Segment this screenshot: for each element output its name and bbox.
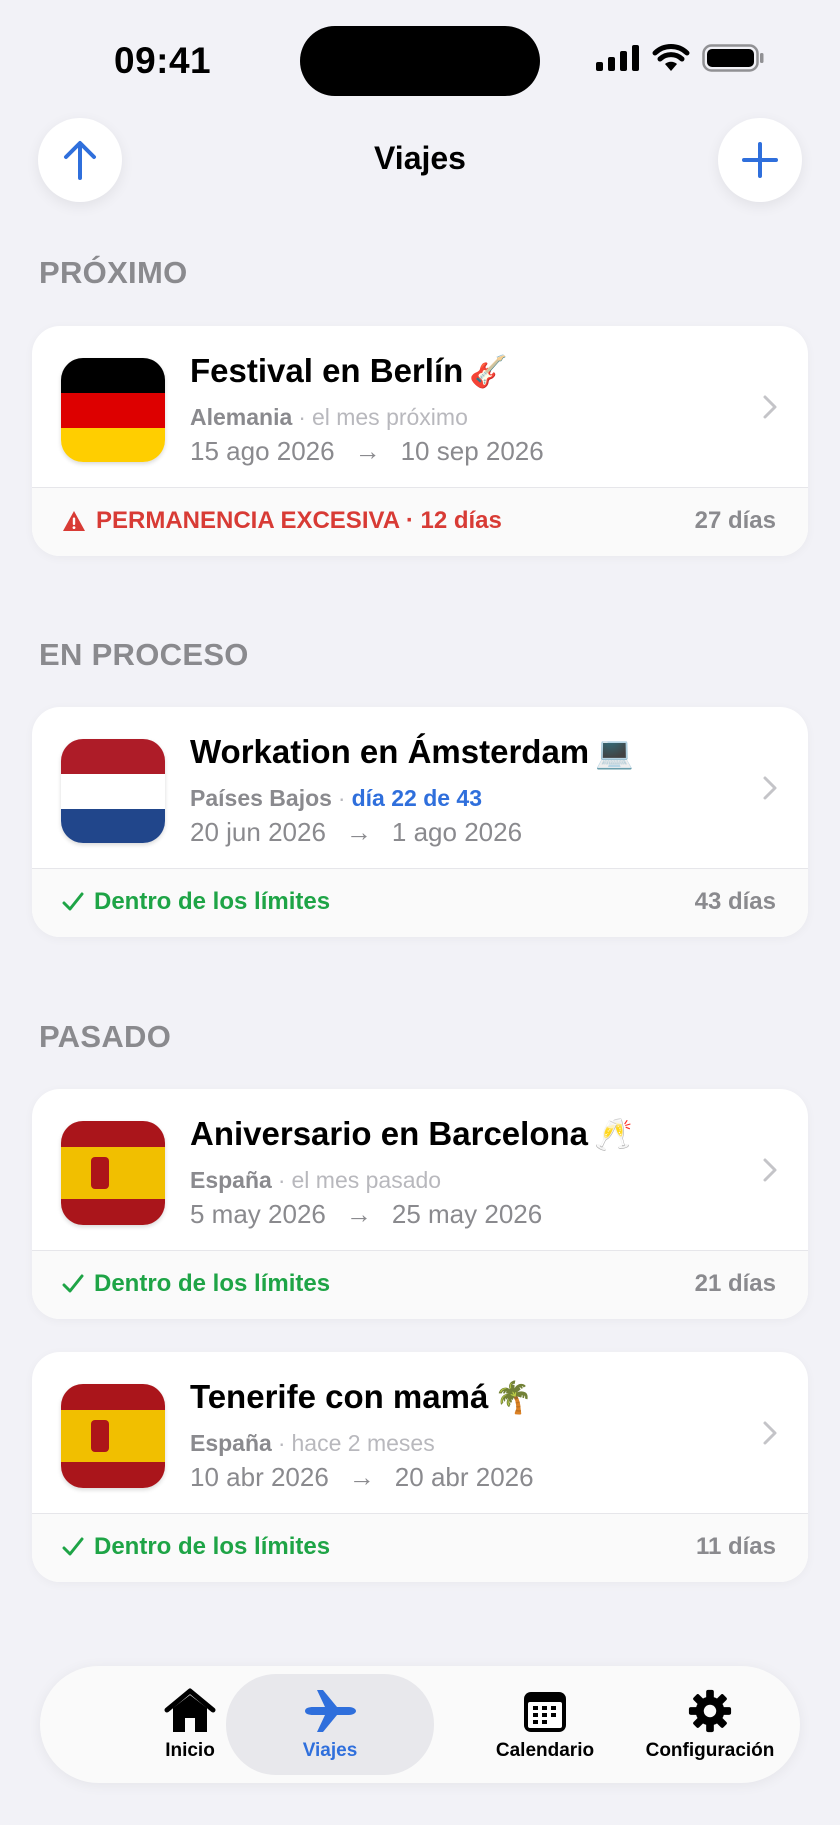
guitar-emoji-icon: 🎸 xyxy=(469,354,508,389)
trip-status-text: Dentro de los límites xyxy=(94,1533,331,1560)
house-icon xyxy=(164,1688,216,1732)
trip-footer: PERMANENCIA EXCESIVA · 12 días 27 días xyxy=(32,487,808,556)
trip-title: Aniversario en Barcelona 🥂 xyxy=(190,1115,633,1152)
checkmark-icon xyxy=(62,1537,84,1556)
trip-status: Dentro de los límites xyxy=(62,888,330,916)
trip-status-text: PERMANENCIA EXCESIVA · 12 días xyxy=(96,507,502,534)
tab-label: Inicio xyxy=(165,1739,215,1761)
checkmark-icon xyxy=(62,892,84,911)
chevron-right-icon xyxy=(763,1421,777,1445)
tab-label: Configuración xyxy=(645,1739,775,1761)
gear-icon xyxy=(688,1689,732,1732)
chevron-right-icon xyxy=(763,776,777,800)
trip-dates: 20 jun 2026 → 1 ago 2026 xyxy=(190,817,522,848)
tab-label: Viajes xyxy=(302,1739,358,1761)
trip-end-date: 25 may 2026 xyxy=(391,1199,543,1229)
trip-end-date: 1 ago 2026 xyxy=(391,817,523,847)
airplane-icon xyxy=(305,1689,356,1732)
trip-title: Festival en Berlín 🎸 xyxy=(190,352,508,389)
date-arrow-icon: → xyxy=(348,1462,375,1492)
tab-configuracion[interactable]: Configuración xyxy=(620,1674,800,1775)
trip-dates: 15 ago 2026 → 10 sep 2026 xyxy=(190,436,544,467)
trip-country: España xyxy=(190,1167,272,1193)
trip-status: Dentro de los límites xyxy=(62,1270,330,1298)
trip-dates: 10 abr 2026 → 20 abr 2026 xyxy=(190,1462,534,1493)
trip-meta: Países Bajos · día 22 de 43 xyxy=(190,785,483,811)
trip-footer: Dentro de los límites 43 días xyxy=(32,868,808,937)
trip-dates: 5 may 2026 → 25 may 2026 xyxy=(190,1199,542,1230)
trip-status: PERMANENCIA EXCESIVA · 12 días xyxy=(62,507,502,535)
checkmark-icon xyxy=(62,1274,84,1293)
trip-country: Países Bajos xyxy=(190,785,332,811)
trip-status: Dentro de los límites xyxy=(62,1533,330,1561)
tab-bar: Inicio Viajes Calendario Configuración xyxy=(40,1666,800,1783)
palm-tree-emoji-icon: 🌴 xyxy=(494,1380,533,1415)
trip-start-date: 5 may 2026 xyxy=(190,1199,326,1229)
trip-card[interactable]: Tenerife con mamá 🌴 España · hace 2 meses 1… xyxy=(32,1352,808,1582)
plus-icon xyxy=(742,142,778,178)
calendar-icon xyxy=(524,1691,566,1732)
trip-footer: Dentro de los límites 21 días xyxy=(32,1250,808,1319)
trip-relative-time: el mes próximo xyxy=(311,404,468,430)
page-title: Viajes xyxy=(374,140,466,176)
flag-spain-icon xyxy=(61,1384,165,1488)
trip-status-text: Dentro de los límites xyxy=(94,888,331,915)
wifi-icon xyxy=(652,44,690,71)
trip-title: Workation en Ámsterdam 💻 xyxy=(190,733,634,770)
cellular-signal-icon xyxy=(596,45,639,71)
flag-germany-icon xyxy=(61,358,165,462)
trip-meta: España · el mes pasado xyxy=(190,1167,442,1193)
trip-card[interactable]: Festival en Berlín 🎸 Alemania · el mes próx… xyxy=(32,326,808,556)
trip-start-date: 15 ago 2026 xyxy=(190,436,335,466)
battery-icon xyxy=(702,44,764,72)
trip-days: 21 días xyxy=(694,1270,776,1297)
trip-start-date: 20 jun 2026 xyxy=(190,817,326,847)
status-time: 09:41 xyxy=(114,40,212,81)
date-arrow-icon: → xyxy=(345,817,372,847)
tab-label: Calendario xyxy=(495,1739,595,1761)
laptop-emoji-icon: 💻 xyxy=(595,735,634,770)
flag-netherlands-icon xyxy=(61,739,165,843)
status-bar: 09:41 xyxy=(0,0,840,120)
date-arrow-icon: → xyxy=(345,1199,372,1229)
trip-days: 43 días xyxy=(694,888,776,915)
trip-days: 11 días xyxy=(695,1533,776,1560)
status-icons xyxy=(596,44,764,72)
section-title-in-progress: EN PROCESO xyxy=(39,637,249,672)
trip-progress: día 22 de 43 xyxy=(351,785,483,811)
trip-meta: España · hace 2 meses xyxy=(190,1430,435,1456)
tab-calendario[interactable]: Calendario xyxy=(450,1674,640,1775)
trip-end-date: 20 abr 2026 xyxy=(394,1462,534,1492)
trip-card[interactable]: Workation en Ámsterdam 💻 Países Bajos · día… xyxy=(32,707,808,937)
trip-start-date: 10 abr 2026 xyxy=(190,1462,329,1492)
tab-viajes[interactable]: Viajes xyxy=(226,1674,434,1775)
trip-end-date: 10 sep 2026 xyxy=(400,436,544,466)
trip-country: Alemania xyxy=(190,404,293,430)
section-title-upcoming: PRÓXIMO xyxy=(39,255,188,290)
section-title-past: PASADO xyxy=(39,1019,172,1054)
clinking-glasses-emoji-icon: 🥂 xyxy=(594,1117,633,1152)
trip-title: Tenerife con mamá 🌴 xyxy=(190,1378,533,1415)
chevron-right-icon xyxy=(763,395,777,419)
trip-country: España xyxy=(190,1430,272,1456)
trip-relative-time: hace 2 meses xyxy=(291,1430,435,1456)
trip-meta: Alemania · el mes próximo xyxy=(190,404,468,430)
trip-footer: Dentro de los límites 11 días xyxy=(32,1513,808,1582)
dynamic-island xyxy=(300,26,540,96)
trip-days: 27 días xyxy=(694,507,776,534)
trip-relative-time: el mes pasado xyxy=(291,1167,442,1193)
trip-card[interactable]: Aniversario en Barcelona 🥂 España · el mes … xyxy=(32,1089,808,1319)
date-arrow-icon: → xyxy=(354,436,381,466)
flag-spain-icon xyxy=(61,1121,165,1225)
trip-status-text: Dentro de los límites xyxy=(94,1270,331,1297)
add-trip-button[interactable] xyxy=(718,118,802,202)
warning-icon xyxy=(63,511,85,531)
chevron-right-icon xyxy=(763,1158,777,1182)
